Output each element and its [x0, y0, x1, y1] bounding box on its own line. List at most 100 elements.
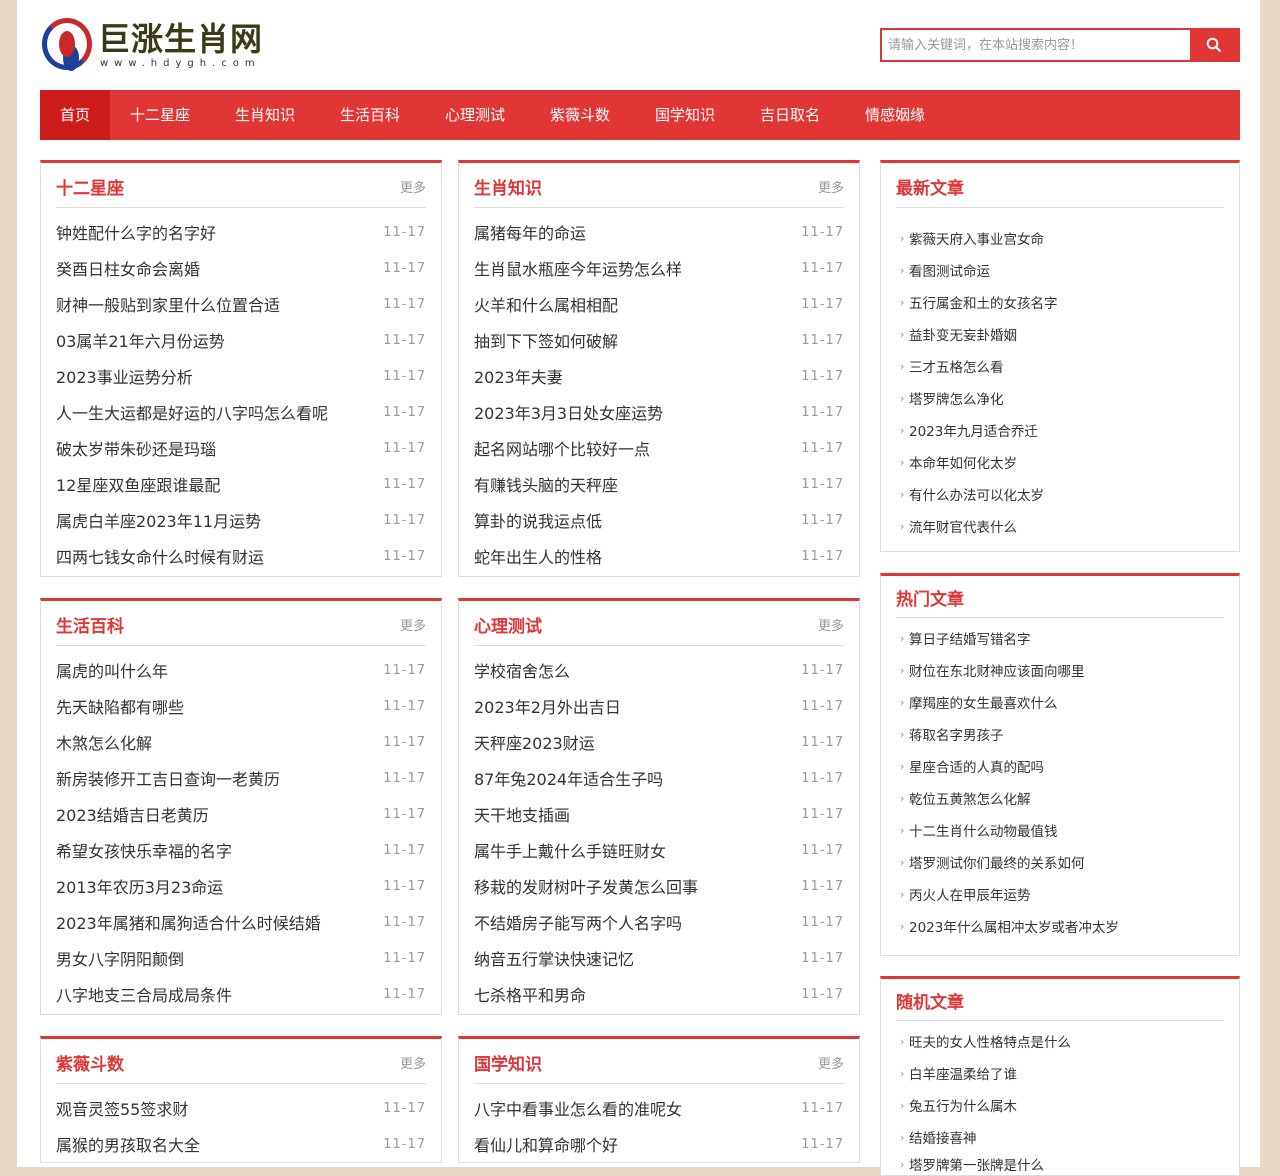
article-link[interactable]: 天秤座2023财运 [474, 730, 595, 754]
list-item: 属虎的叫什么年 11-17 [56, 652, 426, 688]
more-link[interactable]: 更多 [400, 615, 426, 634]
article-link[interactable]: 2023结婚吉日老黄历 [56, 802, 209, 826]
article-link[interactable]: 不结婚房子能写两个人名字吗 [474, 910, 682, 934]
article-link[interactable]: 八字地支三合局成局条件 [56, 982, 232, 1006]
list-item: 属牛手上戴什么手链旺财女 11-17 [474, 832, 844, 868]
list-item: 2023年2月外出吉日 11-17 [474, 688, 844, 724]
site-url: www.hdygh.com [100, 57, 261, 69]
logo-fish-icon [42, 18, 92, 70]
article-link[interactable]: 破太岁带朱砂还是玛瑙 [56, 436, 216, 460]
article-link[interactable]: 癸酉日柱女命会离婚 [56, 256, 200, 280]
article-link[interactable]: 丙火人在甲辰年运势 [909, 884, 1031, 904]
article-link[interactable]: 观音灵签55签求财 [56, 1096, 188, 1120]
search-input[interactable] [882, 30, 1190, 60]
article-link[interactable]: 财位在东北财神应该面向哪里 [909, 660, 1085, 680]
article-link[interactable]: 星座合适的人真的配吗 [909, 756, 1044, 776]
more-link[interactable]: 更多 [818, 615, 844, 634]
more-link[interactable]: 更多 [400, 1053, 426, 1072]
article-link[interactable]: 有什么办法可以化太岁 [909, 484, 1044, 504]
article-link[interactable]: 结婚接喜神 [909, 1127, 977, 1147]
article-link[interactable]: 塔罗牌怎么净化 [909, 388, 1004, 408]
article-link[interactable]: 2023年2月外出吉日 [474, 694, 621, 718]
article-date: 11-17 [383, 296, 426, 312]
article-link[interactable]: 十二生肖什么动物最值钱 [909, 820, 1058, 840]
nav-item[interactable]: 十二星座 [110, 90, 215, 140]
article-link[interactable]: 生肖鼠水瓶座今年运势怎么样 [474, 256, 682, 280]
article-link[interactable]: 03属羊21年六月份运势 [56, 328, 225, 352]
article-link[interactable]: 蛇年出生人的性格 [474, 544, 602, 568]
article-link[interactable]: 看图测试命运 [909, 260, 990, 280]
article-link[interactable]: 2023年什么属相冲太岁或者冲太岁 [909, 916, 1119, 936]
article-link[interactable]: 八字中看事业怎么看的准呢女 [474, 1096, 682, 1120]
list-item: › 本命年如何化太岁 [896, 446, 1224, 478]
article-link[interactable]: 本命年如何化太岁 [909, 452, 1017, 472]
article-link[interactable]: 属虎白羊座2023年11月运势 [56, 508, 261, 532]
article-link[interactable]: 学校宿舍怎么 [474, 658, 570, 682]
article-link[interactable]: 兔五行为什么属木 [909, 1095, 1017, 1115]
article-link[interactable]: 看仙儿和算命哪个好 [474, 1132, 618, 1156]
article-link[interactable]: 2023年九月适合乔迁 [909, 420, 1038, 440]
article-link[interactable]: 87年兔2024年适合生子吗 [474, 766, 663, 790]
article-link[interactable]: 蒋取名字男孩子 [909, 724, 1004, 744]
site-logo[interactable]: 巨涨生肖网 www.hdygh.com [42, 18, 263, 70]
article-link[interactable]: 旺夫的女人性格特点是什么 [909, 1031, 1071, 1051]
article-link[interactable]: 抽到下下签如何破解 [474, 328, 618, 352]
article-date: 11-17 [383, 914, 426, 930]
article-link[interactable]: 塔罗测试你们最终的关系如何 [909, 852, 1085, 872]
nav-item[interactable]: 情感姻缘 [845, 90, 950, 140]
more-link[interactable]: 更多 [818, 1053, 844, 1072]
article-link[interactable]: 纳音五行掌诀快速记忆 [474, 946, 634, 970]
article-link[interactable]: 有赚钱头脑的天秤座 [474, 472, 618, 496]
article-link[interactable]: 属虎的叫什么年 [56, 658, 168, 682]
article-link[interactable]: 属牛手上戴什么手链旺财女 [474, 838, 666, 862]
chevron-right-icon: › [900, 519, 905, 533]
article-link[interactable]: 七杀格平和男命 [474, 982, 586, 1006]
article-link[interactable]: 塔罗牌第一张牌是什么 [909, 1154, 1044, 1174]
list-item: 希望女孩快乐幸福的名字 11-17 [56, 832, 426, 868]
list-item: 算卦的说我运点低 11-17 [474, 502, 844, 538]
article-link[interactable]: 火羊和什么属相相配 [474, 292, 618, 316]
article-link[interactable]: 紫薇天府入事业宫女命 [909, 228, 1044, 248]
article-link[interactable]: 2013年农历3月23命运 [56, 874, 223, 898]
article-link[interactable]: 希望女孩快乐幸福的名字 [56, 838, 232, 862]
article-link[interactable]: 属猴的男孩取名大全 [56, 1132, 200, 1156]
nav-item[interactable]: 国学知识 [635, 90, 740, 140]
article-link[interactable]: 钟姓配什么字的名字好 [56, 220, 216, 244]
article-link[interactable]: 2023年夫妻 [474, 364, 563, 388]
article-link[interactable]: 益卦变无妄卦婚姻 [909, 324, 1017, 344]
article-link[interactable]: 白羊座温柔给了谁 [909, 1063, 1017, 1083]
nav-item[interactable]: 吉日取名 [740, 90, 845, 140]
search-button[interactable] [1190, 30, 1238, 60]
article-link[interactable]: 算卦的说我运点低 [474, 508, 602, 532]
article-link[interactable]: 男女八字阴阳颠倒 [56, 946, 184, 970]
article-link[interactable]: 2023事业运势分析 [56, 364, 193, 388]
article-link[interactable]: 摩羯座的女生最喜欢什么 [909, 692, 1058, 712]
article-link[interactable]: 财神一般贴到家里什么位置合适 [56, 292, 280, 316]
nav-item[interactable]: 首页 [40, 90, 111, 140]
nav-item[interactable]: 生活百科 [320, 90, 425, 140]
nav-item[interactable]: 生肖知识 [215, 90, 320, 140]
article-link[interactable]: 2023年3月3日处女座运势 [474, 400, 663, 424]
article-link[interactable]: 四两七钱女命什么时候有财运 [56, 544, 264, 568]
article-link[interactable]: 先天缺陷都有哪些 [56, 694, 184, 718]
more-link[interactable]: 更多 [400, 177, 426, 196]
article-link[interactable]: 五行属金和土的女孩名字 [909, 292, 1058, 312]
more-link[interactable]: 更多 [818, 177, 844, 196]
article-link[interactable]: 12星座双鱼座跟谁最配 [56, 472, 220, 496]
nav-item[interactable]: 心理测试 [425, 90, 530, 140]
list-item: 蛇年出生人的性格 11-17 [474, 538, 844, 574]
article-link[interactable]: 移栽的发财树叶子发黄怎么回事 [474, 874, 698, 898]
article-link[interactable]: 起名网站哪个比较好一点 [474, 436, 650, 460]
article-link[interactable]: 新房装修开工吉日查询一老黄历 [56, 766, 280, 790]
article-link[interactable]: 木煞怎么化解 [56, 730, 152, 754]
article-link[interactable]: 属猪每年的命运 [474, 220, 586, 244]
article-link[interactable]: 天干地支插画 [474, 802, 570, 826]
article-link[interactable]: 乾位五黄煞怎么化解 [909, 788, 1031, 808]
article-link[interactable]: 算日子结婚写错名字 [909, 628, 1031, 648]
nav-item[interactable]: 紫薇斗数 [530, 90, 635, 140]
article-date: 11-17 [801, 440, 844, 456]
article-link[interactable]: 人一生大运都是好运的八字吗怎么看呢 [56, 400, 328, 424]
article-link[interactable]: 2023年属猪和属狗适合什么时候结婚 [56, 910, 321, 934]
article-link[interactable]: 流年财官代表什么 [909, 516, 1017, 536]
article-link[interactable]: 三才五格怎么看 [909, 356, 1004, 376]
